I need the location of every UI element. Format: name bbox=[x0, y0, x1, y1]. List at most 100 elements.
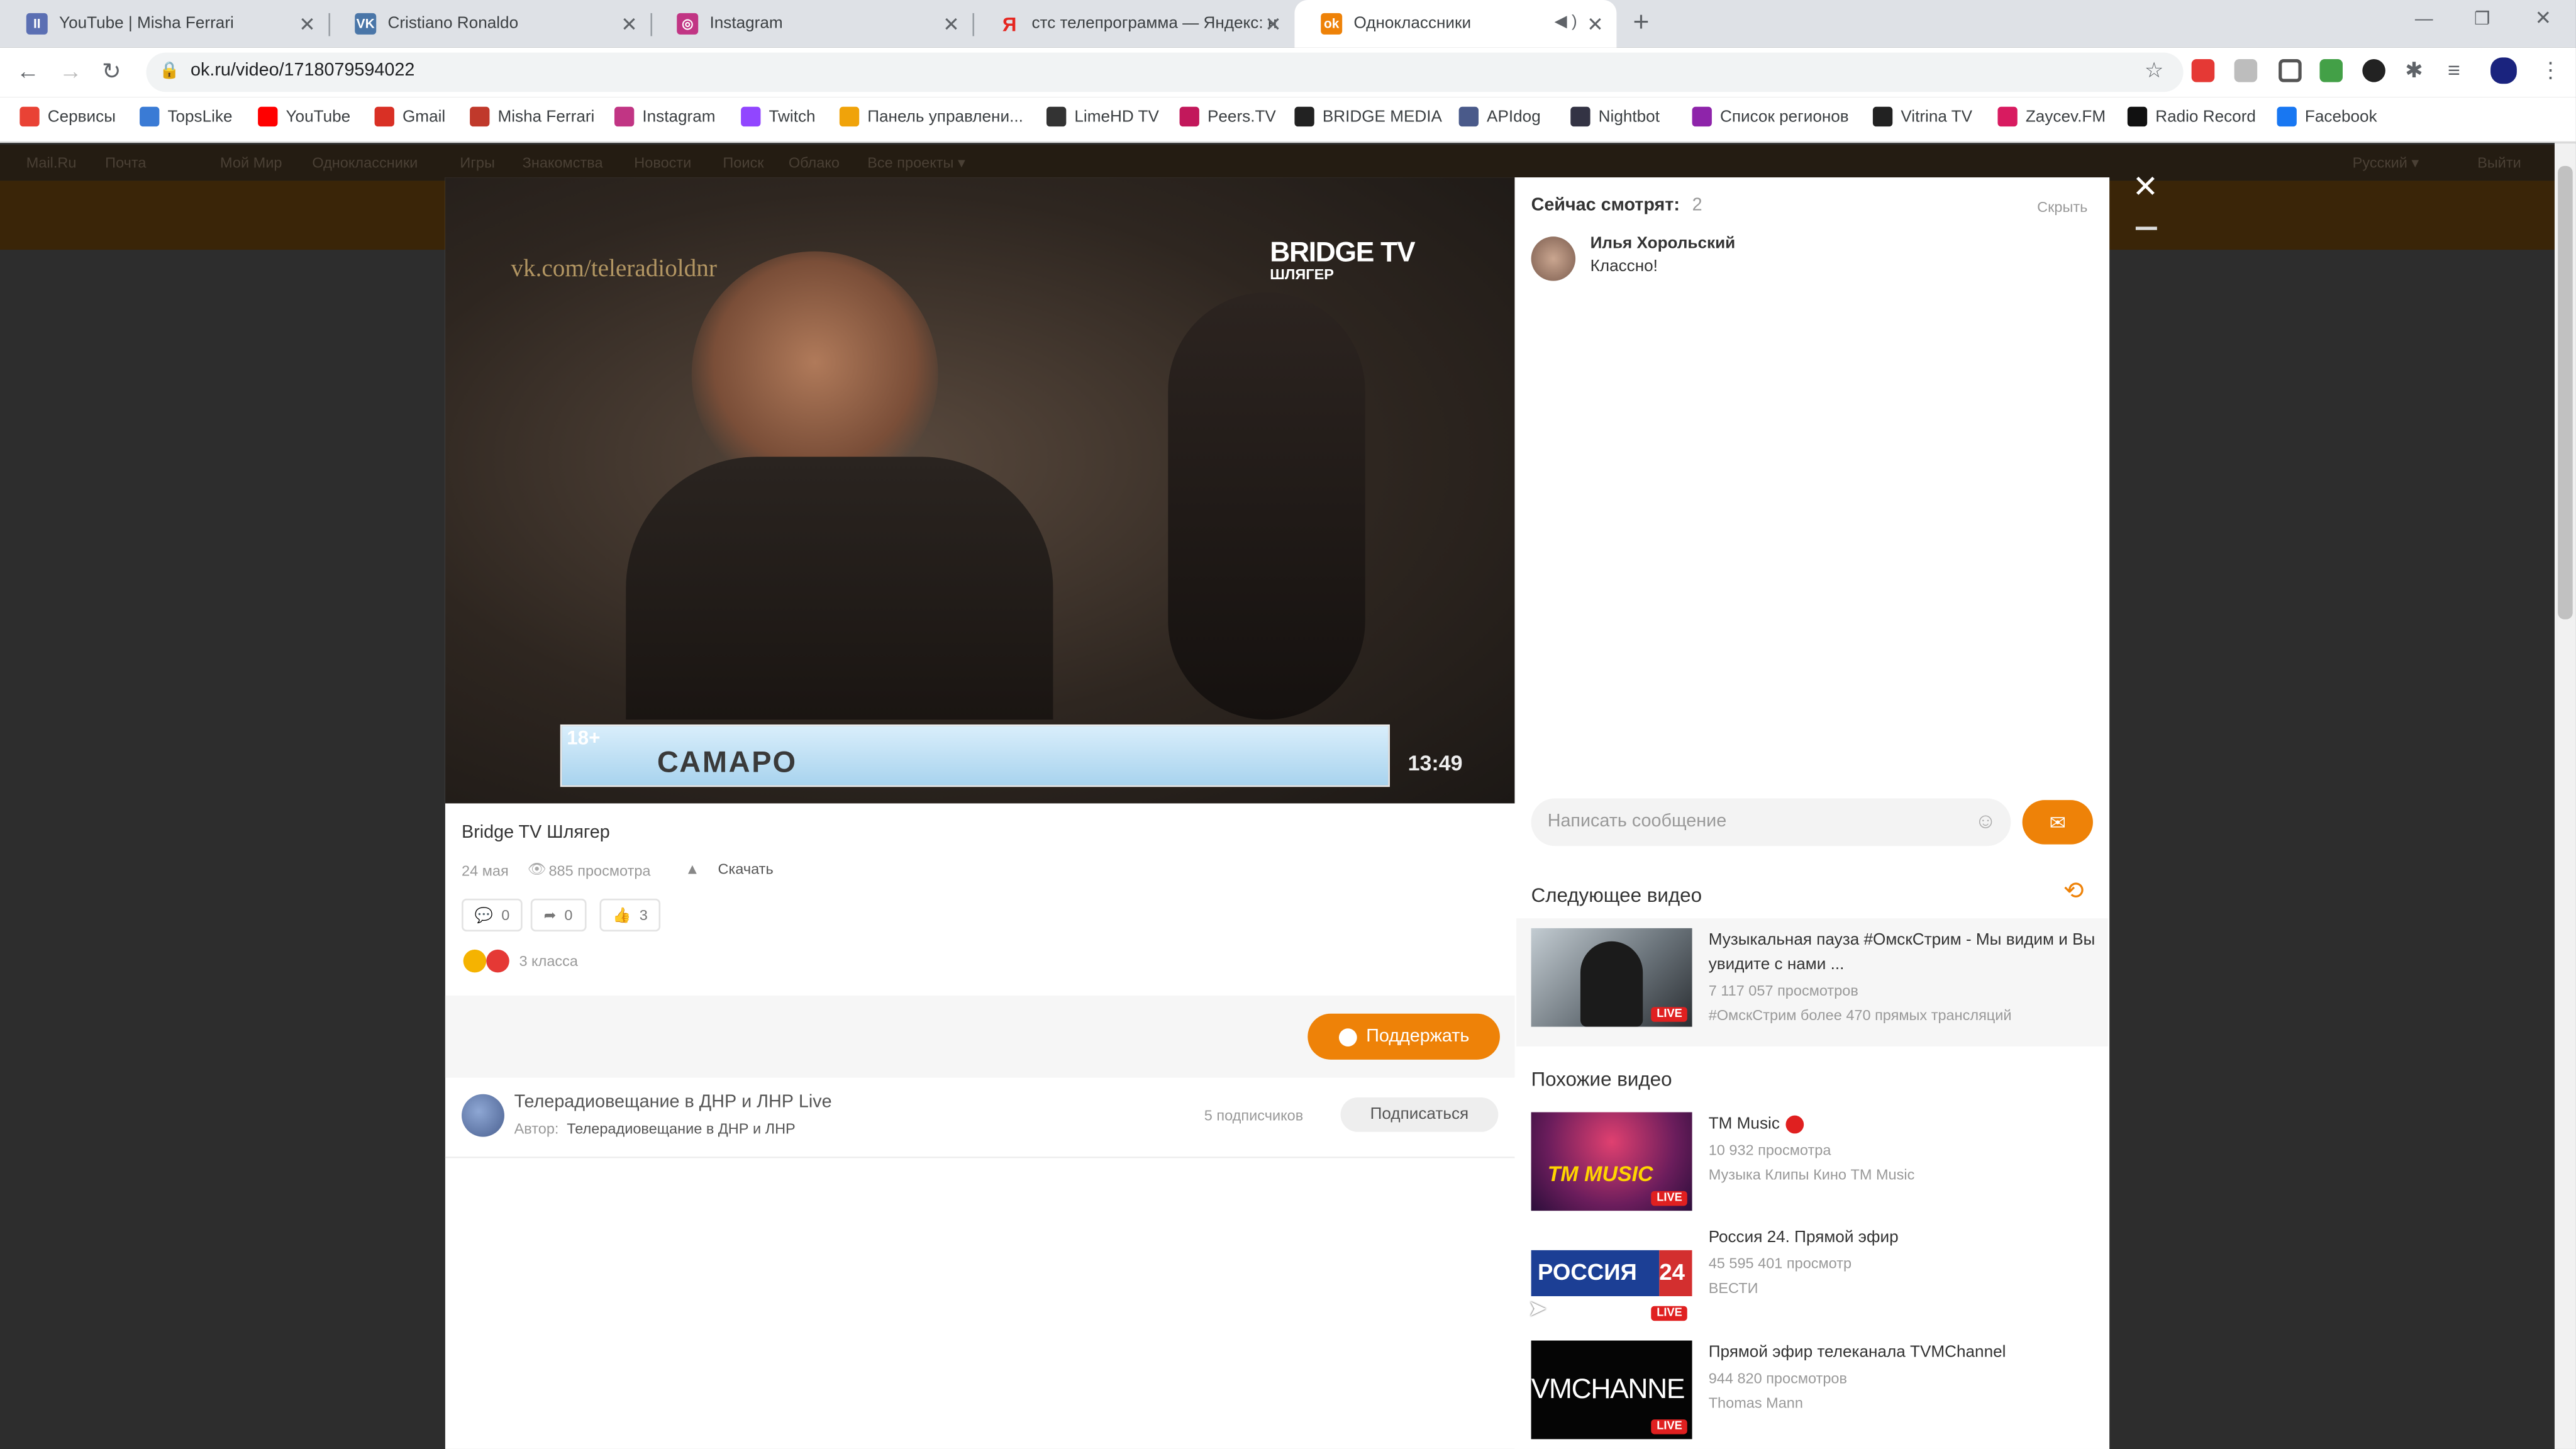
bookmark-label: Vitrina TV bbox=[1901, 108, 1973, 126]
vk-icon: VK bbox=[355, 13, 377, 35]
portal-link[interactable]: Поиск bbox=[723, 155, 763, 171]
new-tab-button[interactable]: + bbox=[1633, 6, 1650, 39]
reload-icon[interactable]: ↻ bbox=[102, 57, 121, 85]
close-tab-icon[interactable]: ✕ bbox=[299, 13, 315, 36]
extension-icon[interactable] bbox=[2362, 59, 2385, 82]
download-extension-icon[interactable] bbox=[2319, 59, 2343, 82]
portal-link[interactable]: Новости bbox=[634, 155, 691, 171]
close-modal-icon[interactable]: ✕ bbox=[2133, 169, 2159, 207]
chat-user-name[interactable]: Илья Хорольский bbox=[1591, 235, 1736, 253]
bookmark-item[interactable]: Misha Ferrari bbox=[470, 106, 594, 127]
emoji-icon[interactable]: ☺ bbox=[1975, 808, 1997, 833]
tab-strip: II YouTube | Misha Ferrari ✕ VK Cristian… bbox=[0, 0, 2576, 48]
bookmark-item[interactable]: Vitrina TV bbox=[1872, 106, 1973, 127]
avatar[interactable] bbox=[2490, 57, 2517, 84]
video-player[interactable]: vk.com/teleradioldnr BRIDGE TV ШЛЯГЕР 18… bbox=[445, 177, 1515, 804]
bookmark-item[interactable]: APIdog bbox=[1458, 106, 1541, 127]
logout-link[interactable]: Выйти bbox=[2477, 155, 2521, 171]
next-video-title[interactable]: Музыкальная пауза #ОмскСтрим - Мы видим … bbox=[1709, 931, 2096, 950]
autoplay-icon[interactable]: ⟲ bbox=[2063, 875, 2084, 905]
bookmark-item[interactable]: BRIDGE MEDIA bbox=[1294, 106, 1442, 127]
similar-video-channel[interactable]: ВЕСТИ bbox=[1709, 1280, 1758, 1296]
language-select[interactable]: Русский ▾ bbox=[2353, 155, 2419, 173]
channel-name[interactable]: Телерадиовещание в ДНР и ЛНР Live bbox=[514, 1092, 832, 1112]
portal-link[interactable]: Все проекты ▾ bbox=[867, 155, 965, 173]
bookmark-label: TopsLike bbox=[167, 108, 233, 126]
bookmark-item[interactable]: YouTube bbox=[258, 106, 350, 127]
similar-thumbnail-tvmchannel[interactable]: VMCHANNE LIVE bbox=[1531, 1340, 1692, 1440]
next-video-thumbnail[interactable]: LIVE bbox=[1531, 928, 1692, 1027]
restore-icon[interactable]: ❐ bbox=[2474, 8, 2490, 30]
tab-odnoklassniki[interactable]: ok Одноклассники ◀ ) ✕ bbox=[1294, 0, 1617, 48]
forward-icon[interactable]: → bbox=[59, 57, 82, 84]
bookmark-item[interactable]: Facebook bbox=[2277, 106, 2377, 127]
hide-chat-link[interactable]: Скрыть bbox=[2037, 199, 2087, 215]
close-tab-icon[interactable]: ✕ bbox=[621, 13, 637, 36]
subscribe-button[interactable]: Подписаться bbox=[1340, 1097, 1499, 1132]
bookmark-item[interactable]: Nightbot bbox=[1570, 106, 1660, 127]
close-tab-icon[interactable]: ✕ bbox=[943, 13, 959, 36]
live-badge: LIVE bbox=[1652, 1306, 1687, 1321]
extension-icon[interactable] bbox=[2279, 59, 2302, 82]
author-link[interactable]: Телерадиовещание в ДНР и ЛНР bbox=[567, 1121, 796, 1137]
bookmark-item[interactable]: TopsLike bbox=[140, 106, 233, 127]
like-button[interactable]: 👍 3 bbox=[599, 898, 661, 932]
speaker-icon[interactable]: ◀ ) bbox=[1555, 13, 1577, 31]
similar-video-title[interactable]: TM Music bbox=[1709, 1116, 1780, 1134]
similar-video-title[interactable]: Россия 24. Прямой эфир bbox=[1709, 1229, 1899, 1247]
bookmark-item[interactable]: Список регионов bbox=[1692, 106, 1849, 127]
media-control-icon[interactable]: ≡ bbox=[2448, 57, 2460, 82]
next-video-title-cont[interactable]: увидите с нами ... bbox=[1709, 956, 1845, 974]
bookmark-item[interactable]: Radio Record bbox=[2127, 106, 2256, 127]
portal-link[interactable]: Mail.Ru bbox=[26, 155, 77, 171]
chat-user-avatar[interactable] bbox=[1531, 236, 1576, 281]
minimize-icon[interactable]: — bbox=[2415, 10, 2433, 30]
back-icon[interactable]: ← bbox=[16, 57, 40, 84]
address-bar[interactable]: 🔒 ok.ru/video/1718079594022 ☆ bbox=[146, 52, 2184, 92]
tab-youtube[interactable]: II YouTube | Misha Ferrari ✕ bbox=[0, 0, 328, 48]
bookmark-item[interactable]: Zaycev.FM bbox=[1997, 106, 2106, 127]
portal-link[interactable]: Одноклассники bbox=[312, 155, 418, 171]
similar-thumbnail-tmmusic[interactable]: TM MUSIC LIVE bbox=[1531, 1112, 1692, 1211]
portal-link[interactable]: Знакомства bbox=[523, 155, 603, 171]
bookmark-item[interactable]: Instagram bbox=[614, 106, 716, 127]
minimize-modal-icon[interactable] bbox=[2135, 226, 2157, 230]
close-tab-icon[interactable]: ✕ bbox=[1587, 13, 1603, 36]
scrollbar-thumb[interactable] bbox=[2558, 165, 2573, 619]
similar-video-channel[interactable]: Thomas Mann bbox=[1709, 1395, 1803, 1411]
star-icon[interactable]: ☆ bbox=[2145, 57, 2163, 84]
comments-button[interactable]: 💬 0 bbox=[462, 898, 523, 932]
puzzle-icon[interactable]: ✱ bbox=[2405, 57, 2423, 84]
bookmark-item[interactable]: Gmail bbox=[374, 106, 445, 127]
tab-instagram[interactable]: ◎ Instagram ✕ bbox=[650, 0, 972, 48]
extension-icon[interactable] bbox=[2191, 59, 2215, 82]
similar-video-title[interactable]: Прямой эфир телеканала TVMChannel bbox=[1709, 1344, 2006, 1362]
portal-link[interactable]: Игры bbox=[460, 155, 494, 171]
bookmark-item[interactable]: Сервисы bbox=[19, 106, 116, 127]
similar-video-channel[interactable]: Музыка Клипы Кино TM Music bbox=[1709, 1167, 1915, 1183]
bookmark-label: Nightbot bbox=[1598, 108, 1660, 126]
send-button[interactable]: ✉ bbox=[2022, 800, 2093, 845]
share-button[interactable]: ➦ 0 bbox=[530, 898, 586, 932]
bookmark-item[interactable]: LimeHD TV bbox=[1046, 106, 1159, 127]
message-input[interactable]: Написать сообщение ☺ bbox=[1531, 798, 2011, 847]
klass-count[interactable]: 3 класса bbox=[519, 953, 578, 969]
download-link[interactable]: Скачать bbox=[718, 861, 774, 877]
portal-link[interactable]: Облако bbox=[789, 155, 840, 171]
portal-link[interactable]: Мой Мир bbox=[220, 155, 282, 171]
menu-icon[interactable]: ⋮ bbox=[2540, 57, 2561, 84]
tab-yandex[interactable]: Я стс телепрограмма — Яндекс: н ✕ bbox=[972, 0, 1294, 48]
window-close-icon[interactable]: ✕ bbox=[2535, 6, 2551, 30]
extension-icon[interactable] bbox=[2234, 59, 2258, 82]
similar-thumbnail-russia24[interactable]: РОССИЯ 24 LIVE bbox=[1531, 1227, 1692, 1326]
portal-link[interactable]: Почта bbox=[105, 155, 146, 171]
bookmark-item[interactable]: Панель управлени... bbox=[839, 106, 1023, 127]
close-tab-icon[interactable]: ✕ bbox=[1265, 13, 1281, 36]
tab-cristiano[interactable]: VK Cristiano Ronaldo ✕ bbox=[328, 0, 650, 48]
channel-avatar[interactable] bbox=[462, 1094, 504, 1137]
bookmark-item[interactable]: Twitch bbox=[741, 106, 816, 127]
bookmark-item[interactable]: Peers.TV bbox=[1179, 106, 1276, 127]
next-video-channel[interactable]: #ОмскСтрим более 470 прямых трансляций bbox=[1709, 1007, 2012, 1023]
support-button[interactable]: Поддержать bbox=[1307, 1013, 1500, 1060]
bookmark-label: Peers.TV bbox=[1207, 108, 1276, 126]
